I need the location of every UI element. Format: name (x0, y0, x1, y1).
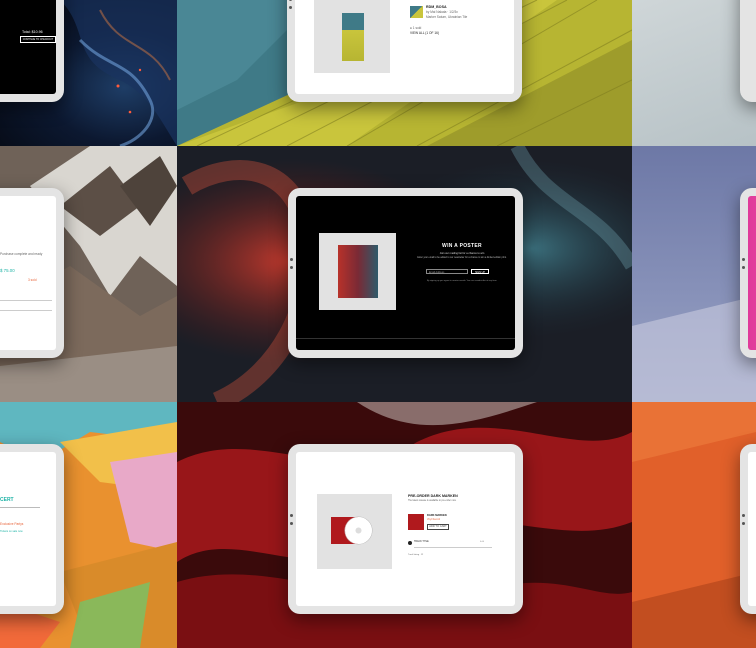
album-title: DARK MARKEN (427, 514, 447, 517)
tablet-frame: PRE-ORDER DARK MARKEN The latest release… (288, 444, 523, 614)
tablet-screen: Purchase complete and ready $ 75.00 3 so… (0, 196, 56, 350)
album-art-frame (317, 494, 392, 569)
tablet-screen: PRE-ORDER DARK MARKEN The latest release… (296, 452, 515, 606)
tablet-screen: RDM_BOSA by Mai Nakata · 1/2/3x Marker S… (295, 0, 514, 94)
tile-bottom-right (632, 402, 756, 648)
order-price: $ 75.00 (0, 268, 15, 273)
poster-image-frame (319, 233, 396, 310)
tile-bottom-center: PRE-ORDER DARK MARKEN The latest release… (177, 402, 632, 648)
promo-subtitle: Join our mailing list for a chance to wi… (439, 252, 485, 255)
checkout-button[interactable]: CONTINUE TO CHECKOUT (20, 36, 56, 43)
product-image (314, 0, 390, 73)
product-title: RDM_BOSA (426, 5, 447, 9)
tablet-screen: WIN A POSTER Join our mailing list for a… (296, 196, 515, 350)
tablet-frame (740, 444, 756, 614)
signup-button[interactable]: SIGN UP (471, 269, 489, 274)
tablet-frame: CERT Exclusive Partys Tickets on sale no… (0, 444, 64, 614)
tablet-screen: CERT Exclusive Partys Tickets on sale no… (0, 452, 56, 606)
concert-line1: Exclusive Partys (0, 522, 24, 526)
tile-top-right (632, 0, 756, 146)
cart-total-text: Total: $10.96 (22, 30, 43, 34)
add-to-cart-button[interactable]: ADD TO CART (427, 524, 449, 530)
tile-top-left: Total: $10.96 CONTINUE TO CHECKOUT (0, 0, 177, 146)
promo-note: By signing up you agree to receive email… (426, 280, 498, 282)
tile-top-center: RDM_BOSA by Mai Nakata · 1/2/3x Marker S… (177, 0, 632, 146)
album-thumb (408, 514, 424, 530)
tile-mid-left: Purchase complete and ready $ 75.00 3 so… (0, 146, 177, 402)
poster-image (338, 245, 378, 298)
tablet-screen (748, 196, 756, 350)
order-status-text: Purchase complete and ready (0, 252, 43, 256)
concert-title: CERT (0, 497, 14, 503)
tablet-frame: WIN A POSTER Join our mailing list for a… (288, 188, 523, 358)
player-title: TRACK TITLE (414, 541, 429, 543)
tablet-frame (740, 0, 756, 102)
player-time: 0:00 (480, 541, 485, 543)
promo-body: Enter your email to be added to our news… (417, 257, 507, 259)
tablet-frame: RDM_BOSA by Mai Nakata · 1/2/3x Marker S… (287, 0, 522, 102)
tablet-frame (740, 188, 756, 358)
tile-center: WIN A POSTER Join our mailing list for a… (177, 146, 632, 402)
album-sub: Vinyl Record (427, 519, 440, 521)
tablet-screen (748, 452, 756, 606)
product-meta-1: by Mai Nakata · 1/2/3x (426, 10, 458, 14)
order-small: 3 sold (28, 278, 37, 282)
preorder-title: PRE-ORDER DARK MARKEN (408, 494, 458, 498)
tablet-frame: Total: $10.96 CONTINUE TO CHECKOUT (0, 0, 64, 102)
play-icon[interactable] (408, 541, 412, 545)
email-input[interactable]: Email Address (426, 269, 468, 274)
tablet-frame: Purchase complete and ready $ 75.00 3 so… (0, 188, 64, 358)
tracklist-footer: Track listing · 12 (408, 554, 424, 556)
preorder-body: The latest release is available to pre-o… (408, 500, 457, 502)
tile-bottom-left: CERT Exclusive Partys Tickets on sale no… (0, 402, 177, 648)
promo-title: WIN A POSTER (442, 243, 482, 249)
tablet-screen: Total: $10.96 CONTINUE TO CHECKOUT (0, 0, 56, 94)
view-all-link[interactable]: VIEW ALL (1 OF 16) (410, 31, 439, 35)
vinyl-disc (345, 517, 372, 544)
sold-count: ● 1 sold (410, 26, 422, 30)
concert-line2: Tickets on sale now (0, 530, 23, 533)
tile-mid-right (632, 146, 756, 402)
progress-track[interactable] (414, 547, 492, 548)
product-meta-2: Marker Saturn, Ukrainian Tile (426, 15, 468, 19)
product-thumb (410, 6, 423, 18)
